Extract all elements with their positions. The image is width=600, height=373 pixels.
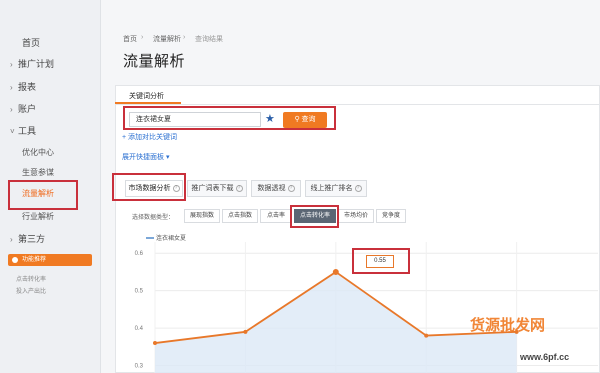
data-point[interactable] xyxy=(153,341,157,346)
y-tick-label: 0.4 xyxy=(135,326,144,332)
data-point[interactable] xyxy=(332,268,339,275)
watermark-url: www.6pf.cc xyxy=(520,352,570,362)
watermark-text: 货源批发网 xyxy=(470,317,546,334)
legend-swatch xyxy=(146,237,154,240)
y-tick-label: 0.3 xyxy=(135,364,144,370)
y-tick-label: 0.5 xyxy=(135,289,144,295)
legend-label: 连衣裙女夏 xyxy=(156,236,187,242)
chart-legend: 连衣裙女夏 xyxy=(146,233,186,242)
data-point[interactable] xyxy=(424,333,429,338)
data-point[interactable] xyxy=(243,329,248,334)
y-tick-label: 0.6 xyxy=(135,251,144,257)
highlight-box xyxy=(352,248,410,274)
series-area xyxy=(155,271,517,373)
